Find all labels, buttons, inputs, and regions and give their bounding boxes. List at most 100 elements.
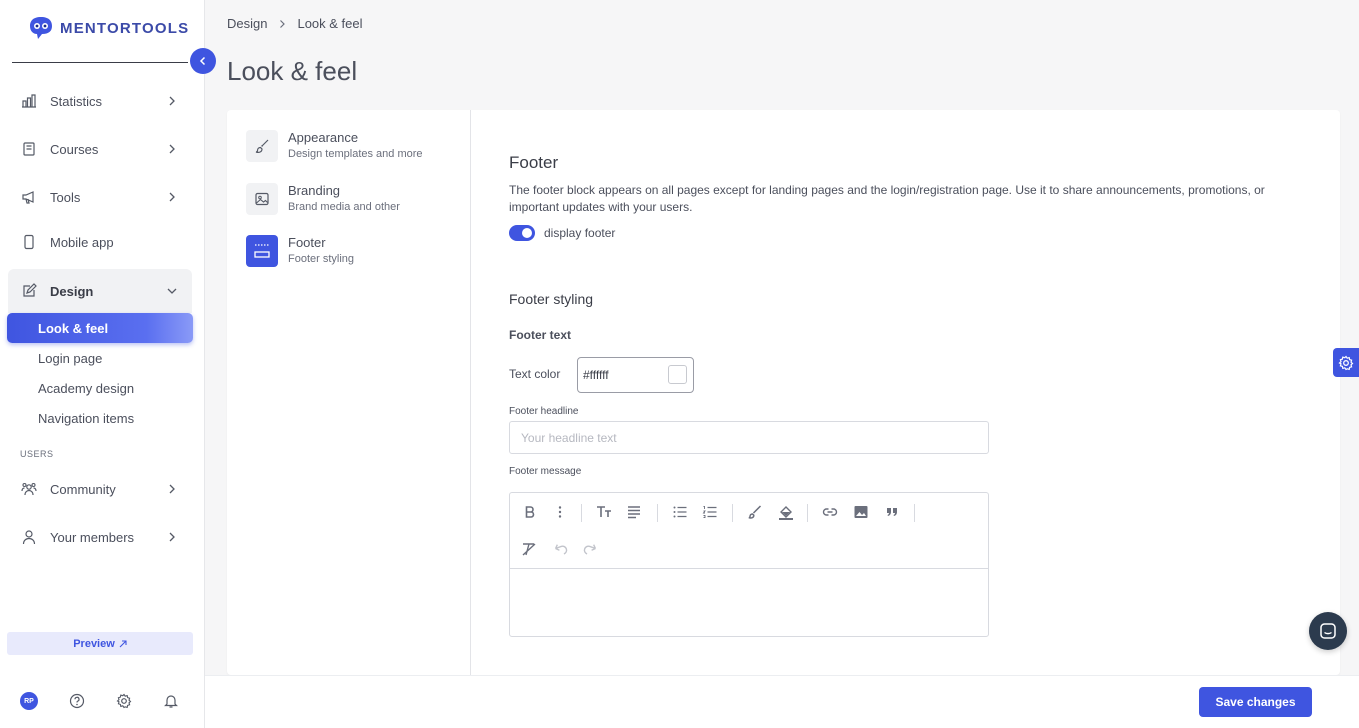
numbered-list-icon[interactable] [702,504,718,520]
image-icon [246,183,278,215]
more-vertical-icon[interactable] [552,504,568,520]
clear-format-icon[interactable] [521,541,537,557]
divider [12,62,188,63]
chevron-right-icon [169,144,175,154]
bell-icon[interactable] [163,693,179,709]
help-icon[interactable] [69,693,85,709]
toggle-label: display footer [544,226,616,240]
sidebar-footer: RP [0,690,205,712]
display-footer-toggle[interactable] [509,225,535,241]
footer-message-editor [509,492,989,637]
logo-icon [30,17,52,39]
brush-icon [246,130,278,162]
preview-button[interactable]: Preview [7,632,193,655]
logo-text: MENTORTOOLS [60,19,190,37]
save-changes-button[interactable]: Save changes [1199,687,1312,717]
field-heading: Footer text [509,328,572,342]
sidebar: MENTORTOOLS Statistics Courses Tools Mob… [0,0,205,728]
editor-content-area[interactable] [510,570,988,636]
settings-menu-footer[interactable]: Footer Footer styling [246,234,456,268]
undo-icon[interactable] [552,541,568,557]
sidebar-item-label: Tools [50,189,81,205]
quote-icon[interactable] [884,504,900,520]
chevron-right-icon [169,484,175,494]
text-size-icon[interactable] [596,504,612,520]
menu-title: Appearance [288,130,359,145]
gear-icon [1338,355,1354,370]
align-icon[interactable] [626,504,642,520]
bold-icon[interactable] [522,504,538,520]
menu-title: Footer [288,235,326,250]
preview-label: Preview [73,637,115,650]
settings-menu-branding[interactable]: Branding Brand media and other [246,182,456,216]
person-icon [22,530,36,545]
sidebar-item-label: Community [50,481,116,497]
sidebar-item-label: Statistics [50,93,103,109]
logo[interactable]: MENTORTOOLS [28,16,189,40]
link-icon[interactable] [822,504,838,520]
breadcrumb-root[interactable]: Design [227,16,267,31]
fill-color-icon[interactable] [778,504,794,520]
mobile-icon [24,234,34,250]
message-label: Footer message [509,466,582,477]
chat-icon [1320,623,1336,639]
text-color-label: Text color [509,367,561,381]
chevron-right-icon [169,96,175,106]
chat-support-button[interactable] [1309,612,1347,650]
sidebar-item-statistics[interactable]: Statistics [8,81,192,121]
footer-icon [246,235,278,267]
insert-image-icon[interactable] [853,504,869,520]
section-title: Footer [509,153,559,172]
section-label-users: USERS [20,449,54,459]
page-title: Look & feel [227,56,358,86]
menu-subtitle: Design templates and more [288,148,423,160]
redo-icon[interactable] [583,541,599,557]
menu-subtitle: Footer styling [288,253,355,265]
sidebar-item-community[interactable]: Community [8,469,192,509]
sidebar-subitem-look-and-feel[interactable]: Look & feel [7,313,193,343]
sidebar-item-your-members[interactable]: Your members [8,517,192,557]
external-link-icon [119,639,127,647]
sidebar-item-design[interactable]: Design [8,269,192,313]
gear-icon[interactable] [116,693,132,709]
bullet-list-icon[interactable] [672,504,688,520]
text-color-icon[interactable] [747,504,763,520]
section-description: The footer block appears on all pages ex… [509,183,1265,214]
text-color-value: #ffffff [583,368,609,382]
breadcrumb-current: Look & feel [297,16,363,31]
text-color-input[interactable]: #ffffff [577,357,694,393]
headline-label: Footer headline [509,406,579,417]
footer-headline-input[interactable] [509,421,989,454]
chevron-right-icon [169,192,175,202]
sidebar-item-courses[interactable]: Courses [8,129,192,169]
editor-toolbar [510,493,988,569]
chevron-right-icon [280,19,286,28]
subsection-title: Footer styling [509,291,594,307]
settings-menu-appearance[interactable]: Appearance Design templates and more [246,129,456,163]
megaphone-icon [22,191,34,204]
side-settings-button[interactable] [1333,348,1359,377]
chevron-left-icon [199,56,206,66]
bar-chart-icon [22,94,36,108]
sidebar-item-tools[interactable]: Tools [8,177,192,217]
avatar[interactable]: RP [20,692,38,710]
sidebar-subitem-academy-design[interactable]: Academy design [7,373,193,403]
bottom-action-bar [205,675,1359,728]
breadcrumb: Design Look & feel [227,16,363,31]
color-swatch[interactable] [668,365,687,384]
chevron-down-icon [167,288,177,294]
sidebar-subitem-navigation-items[interactable]: Navigation items [7,403,193,433]
chevron-right-icon [169,532,175,542]
sidebar-item-mobile-app[interactable]: Mobile app [8,222,192,262]
sidebar-item-label: Your members [50,529,135,545]
menu-title: Branding [288,183,341,198]
sidebar-item-label: Courses [50,141,99,157]
divider [470,110,471,675]
menu-subtitle: Brand media and other [288,201,400,213]
sidebar-subitem-login-page[interactable]: Login page [7,343,193,373]
pencil-square-icon [23,283,37,297]
community-icon [21,482,37,496]
book-icon [23,142,35,156]
sidebar-item-label: Design [50,283,94,299]
collapse-sidebar-button[interactable] [190,48,216,74]
